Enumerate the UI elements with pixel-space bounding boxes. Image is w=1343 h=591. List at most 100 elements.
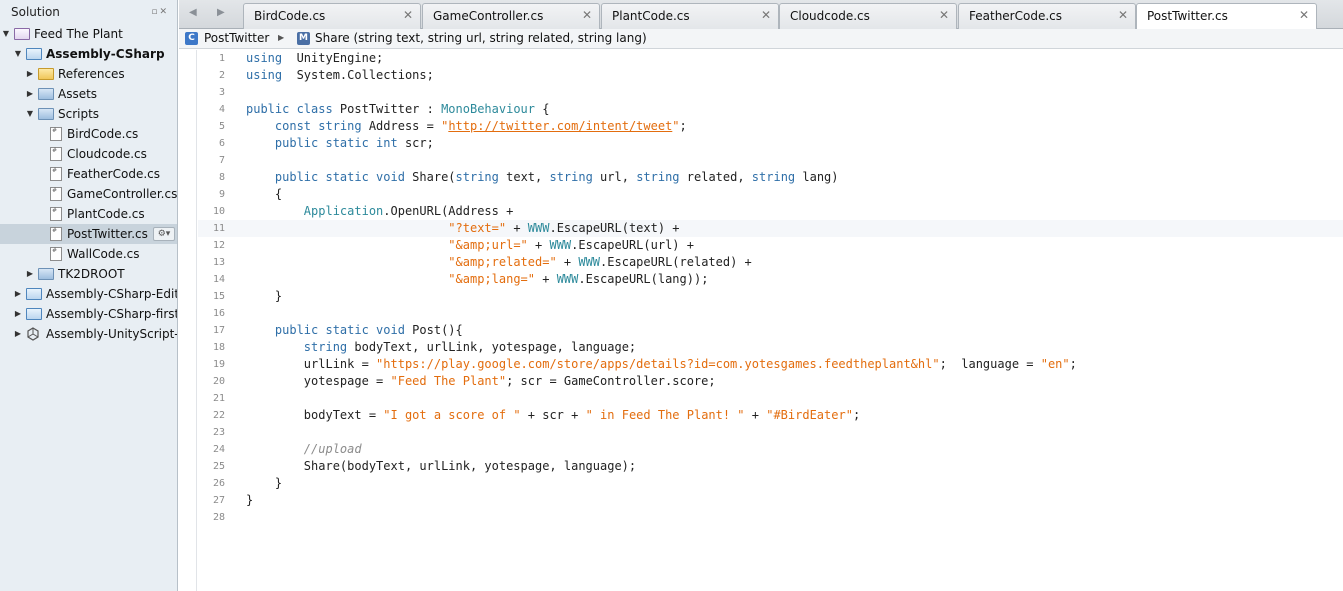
code-line[interactable]: 25 Share(bodyText, urlLink, yotespage, l…	[198, 458, 1343, 475]
code-line[interactable]: 11 "?text=" + WWW.EscapeURL(text) +	[198, 220, 1343, 237]
tree-item[interactable]: ▶ TK2DROOT	[0, 264, 177, 284]
line-number: 27	[212, 495, 225, 506]
tree-item[interactable]: # WallCode.cs	[0, 244, 177, 264]
tree-item[interactable]: ▼ Feed The Plant	[0, 24, 177, 44]
expand-arrow-right-icon[interactable]: ▶	[25, 264, 35, 284]
close-icon[interactable]: ✕	[1299, 8, 1309, 22]
code-token: "https://play.google.com/store/apps/deta…	[376, 357, 940, 371]
code-area[interactable]: 1 using UnityEngine; 2 using System.Collect…	[198, 50, 1343, 591]
close-icon[interactable]: ✕	[761, 8, 771, 22]
tree-item[interactable]: # PostTwitter.cs ⚙▾	[0, 224, 177, 244]
editor-gutter[interactable]	[179, 50, 197, 591]
breadcrumb-separator-icon: ▶	[278, 33, 285, 42]
code-line[interactable]: 26 }	[198, 475, 1343, 492]
code-line[interactable]: 19 urlLink = "https://play.google.com/st…	[198, 356, 1343, 373]
code-line[interactable]: 7	[198, 152, 1343, 169]
tab-scroll-right-icon[interactable]: ▶	[217, 7, 225, 18]
line-text: //upload	[246, 441, 362, 458]
code-line[interactable]: 24 //upload	[198, 441, 1343, 458]
tab-feathercode-cs[interactable]: FeatherCode.cs ✕	[958, 3, 1136, 29]
code-token: http://twitter.com/intent/tweet	[448, 119, 673, 133]
code-token: "I got a score of "	[383, 408, 521, 422]
pane-buttons[interactable]: ▫✕	[151, 0, 169, 24]
code-line[interactable]: 12 "&amp;url=" + WWW.EscapeURL(url) +	[198, 237, 1343, 254]
tab-scroll-left-icon[interactable]: ◀	[189, 7, 197, 18]
code-line[interactable]: 10 Application.OpenURL(Address +	[198, 203, 1343, 220]
code-line[interactable]: 28	[198, 509, 1343, 526]
expand-arrow-down-icon[interactable]: ▼	[25, 104, 35, 124]
code-token: string	[751, 170, 796, 184]
code-token: WWW	[578, 255, 601, 269]
tree-item[interactable]: ▶ Assembly-UnityScript-fi	[0, 324, 177, 344]
expand-arrow-right-icon[interactable]: ▶	[13, 324, 23, 344]
line-number: 24	[212, 444, 225, 455]
expand-arrow-right-icon[interactable]: ▶	[25, 64, 35, 84]
tree-item[interactable]: ▶ Assets	[0, 84, 177, 104]
code-token: "	[672, 119, 680, 133]
tab-gamecontroller-cs[interactable]: GameController.cs ✕	[422, 3, 600, 29]
code-line[interactable]: 8 public static void Share(string text, …	[198, 169, 1343, 186]
tab-label: PostTwitter.cs	[1147, 9, 1228, 23]
tree-item[interactable]: # GameController.cs	[0, 184, 177, 204]
tree-item[interactable]: # FeatherCode.cs	[0, 164, 177, 184]
tab-birdcode-cs[interactable]: BirdCode.cs ✕	[243, 3, 421, 29]
expand-arrow-down-icon[interactable]: ▼	[1, 24, 11, 44]
tree-item[interactable]: ▶ References	[0, 64, 177, 84]
code-line[interactable]: 23	[198, 424, 1343, 441]
tree-item[interactable]: ▼ Scripts	[0, 104, 177, 124]
close-icon[interactable]: ✕	[1118, 8, 1128, 22]
code-line[interactable]: 20 yotespage = "Feed The Plant"; scr = G…	[198, 373, 1343, 390]
code-token: "&amp;url="	[448, 238, 528, 252]
tree-item[interactable]: # Cloudcode.cs	[0, 144, 177, 164]
tab-cloudcode-cs[interactable]: Cloudcode.cs ✕	[779, 3, 957, 29]
code-line[interactable]: 4 public class PostTwitter : MonoBehaviou…	[198, 101, 1343, 118]
expand-arrow-right-icon[interactable]: ▶	[13, 304, 23, 324]
tree-item[interactable]: ▶ Assembly-CSharp-firstp	[0, 304, 177, 324]
code-line[interactable]: 3	[198, 84, 1343, 101]
tree-item[interactable]: # BirdCode.cs	[0, 124, 177, 144]
tree-item[interactable]: # PlantCode.cs	[0, 204, 177, 224]
code-line[interactable]: 6 public static int scr;	[198, 135, 1343, 152]
line-number: 21	[212, 393, 225, 404]
code-line[interactable]: 1 using UnityEngine;	[198, 50, 1343, 67]
code-line[interactable]: 18 string bodyText, urlLink, yotespage, …	[198, 339, 1343, 356]
code-line[interactable]: 27}	[198, 492, 1343, 509]
code-line[interactable]: 2 using System.Collections;	[198, 67, 1343, 84]
code-line[interactable]: 13 "&amp;related=" + WWW.EscapeURL(relat…	[198, 254, 1343, 271]
code-line[interactable]: 14 "&amp;lang=" + WWW.EscapeURL(lang));	[198, 271, 1343, 288]
expand-arrow-right-icon[interactable]: ▶	[25, 84, 35, 104]
close-icon[interactable]: ✕	[582, 8, 592, 22]
gear-icon[interactable]: ⚙▾	[153, 227, 175, 241]
folder-blue-icon	[38, 108, 54, 120]
breadcrumb-class[interactable]: PostTwitter	[204, 31, 269, 45]
code-line[interactable]: 21	[198, 390, 1343, 407]
tree-item[interactable]: ▼ Assembly-CSharp	[0, 44, 177, 64]
line-number: 2	[218, 70, 225, 81]
tab-posttwitter-cs[interactable]: PostTwitter.cs ✕	[1136, 3, 1317, 30]
tab-plantcode-cs[interactable]: PlantCode.cs ✕	[601, 3, 779, 29]
code-line[interactable]: 17 public static void Post(){	[198, 322, 1343, 339]
line-text: Application.OpenURL(Address +	[246, 203, 514, 220]
line-number: 28	[212, 512, 225, 523]
code-editor[interactable]: 1 using UnityEngine; 2 using System.Collect…	[179, 50, 1343, 591]
code-line[interactable]: 15 }	[198, 288, 1343, 305]
code-token: PostTwitter :	[332, 102, 442, 116]
expand-arrow-down-icon[interactable]: ▼	[13, 44, 23, 64]
project-icon	[26, 288, 42, 300]
expand-arrow-right-icon[interactable]: ▶	[13, 284, 23, 304]
close-icon[interactable]: ✕	[403, 8, 413, 22]
code-line[interactable]: 22 bodyText = "I got a score of " + scr …	[198, 407, 1343, 424]
close-icon[interactable]: ✕	[939, 8, 949, 22]
folder-icon	[38, 68, 54, 80]
code-token: using	[246, 68, 283, 82]
code-line[interactable]: 5 const string Address = "http://twitter…	[198, 118, 1343, 135]
tab-label: Cloudcode.cs	[790, 9, 870, 23]
code-line[interactable]: 9 {	[198, 186, 1343, 203]
code-token: "#BirdEater"	[766, 408, 853, 422]
solution-header: Solution ▫✕	[0, 0, 177, 24]
code-line[interactable]: 16	[198, 305, 1343, 322]
line-text: "?text=" + WWW.EscapeURL(text) +	[246, 220, 679, 237]
tree-item[interactable]: ▶ Assembly-CSharp-Edito	[0, 284, 177, 304]
breadcrumb-method[interactable]: Share (string text, string url, string r…	[315, 31, 647, 45]
